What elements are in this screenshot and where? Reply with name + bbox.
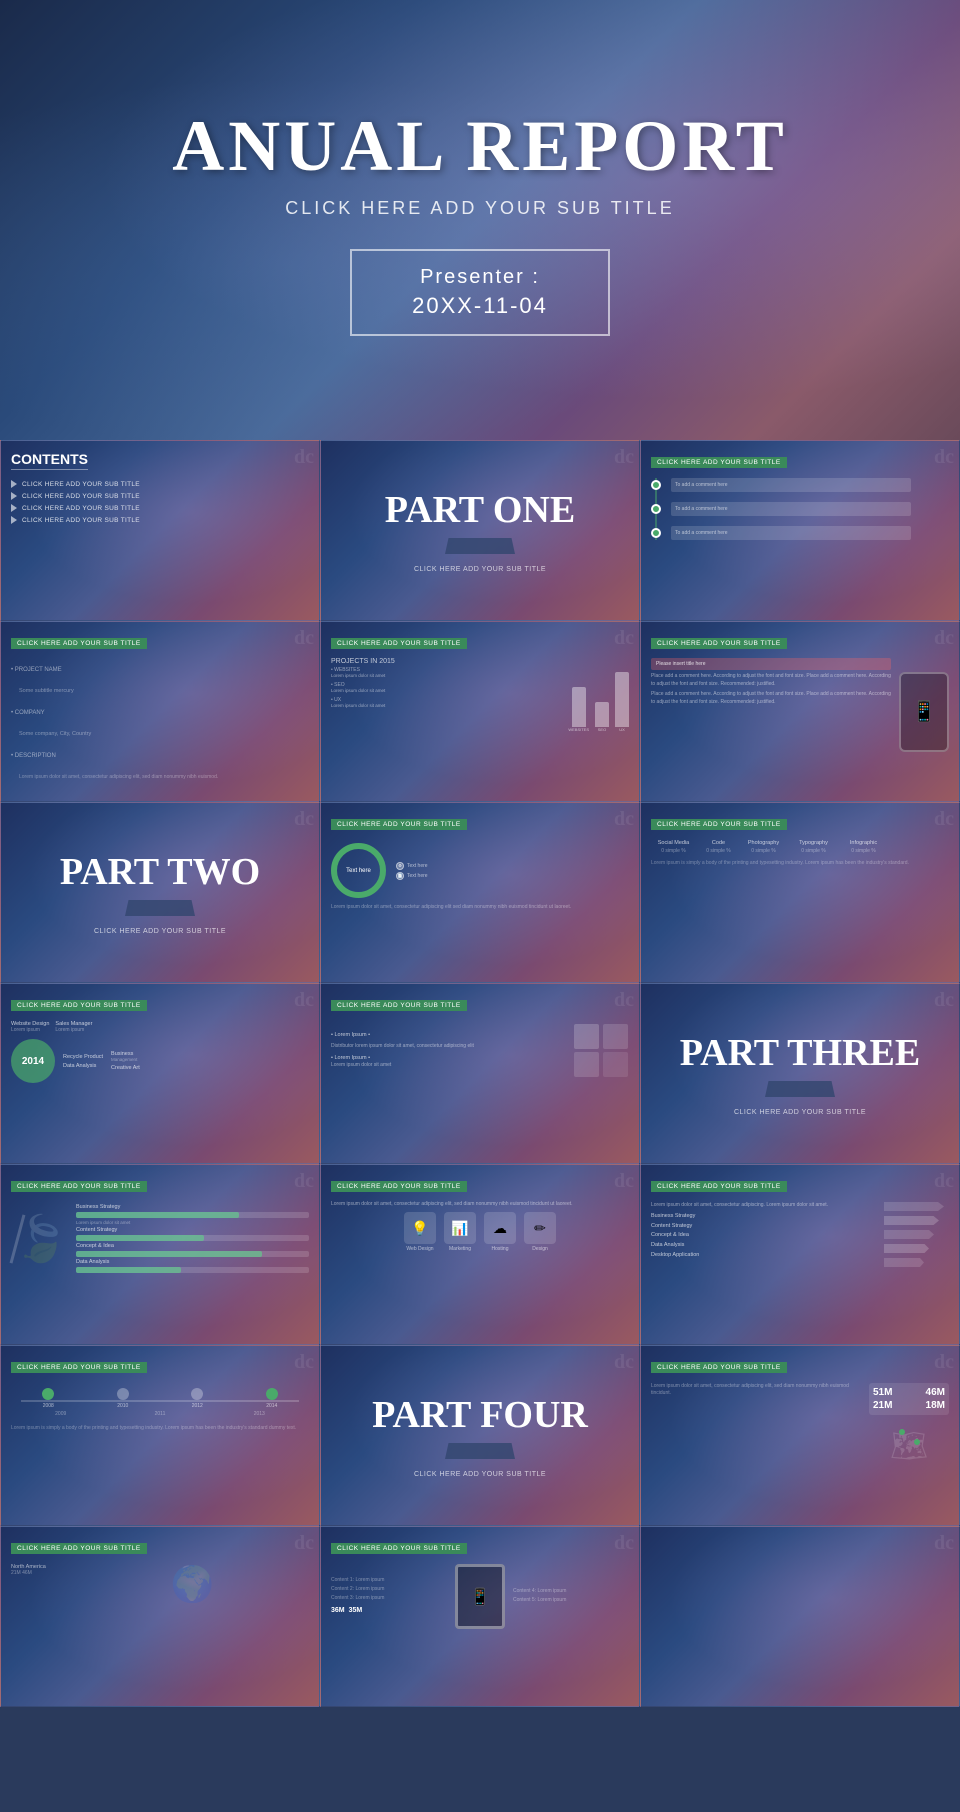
bar-chart-tag: CLICK HERE ADD YOUR SUB TITLE: [331, 638, 467, 649]
contents-item-1[interactable]: CLICK HERE ADD YOUR SUB TITLE: [11, 480, 309, 488]
slide-map-world: dc CLICK HERE ADD YOUR SUB TITLE North A…: [0, 1526, 320, 1707]
hero-title: ANUAL REPORT: [172, 105, 788, 188]
arrow-icon-3: [11, 504, 17, 512]
presenter-label: Presenter :: [412, 266, 548, 289]
slide-thanks: dc: [640, 1526, 960, 1707]
slide-timeline-1: dc CLICK HERE ADD YOUR SUB TITLE To add …: [640, 440, 960, 621]
slide-org-chart: dc CLICK HERE ADD YOUR SUB TITLE Website…: [0, 983, 320, 1164]
part-two-title: PART TWO: [60, 850, 260, 894]
contents-item-2[interactable]: CLICK HERE ADD YOUR SUB TITLE: [11, 492, 309, 500]
slide-arrows: dc CLICK HERE ADD YOUR SUB TITLE Lorem i…: [640, 1164, 960, 1345]
hero-subtitle: CLICK HERE ADD YOUR SUB TITLE: [285, 198, 674, 219]
slide-map-stats: dc CLICK HERE ADD YOUR SUB TITLE Lorem i…: [640, 1345, 960, 1526]
slide-timeline-circles: dc CLICK HERE ADD YOUR SUB TITLE 2008 20…: [0, 1345, 320, 1526]
timeline-tag: CLICK HERE ADD YOUR SUB TITLE: [651, 457, 787, 468]
slide-skills: dc CLICK HERE ADD YOUR SUB TITLE Social …: [640, 802, 960, 983]
slide-text-list: dc CLICK HERE ADD YOUR SUB TITLE • PROJE…: [0, 621, 320, 802]
part-one-subtitle: CLICK HERE ADD YOUR SUB TITLE: [414, 566, 546, 573]
contents-label: CONTENTS: [11, 451, 88, 470]
slide-bar-chart: dc CLICK HERE ADD YOUR SUB TITLE PROJECT…: [320, 621, 640, 802]
slide-circle-diagram: dc CLICK HERE ADD YOUR SUB TITLE Text he…: [320, 802, 640, 983]
contents-item-4[interactable]: CLICK HERE ADD YOUR SUB TITLE: [11, 516, 309, 524]
presenter-date: 20XX-11-04: [412, 293, 548, 319]
contents-item-3[interactable]: CLICK HERE ADD YOUR SUB TITLE: [11, 504, 309, 512]
slide-part-three: dc PART THREE CLICK HERE ADD YOUR SUB TI…: [640, 983, 960, 1164]
slide-part-one: dc PART ONE CLICK HERE ADD YOUR SUB TITL…: [320, 440, 640, 621]
arrow-icon-2: [11, 492, 17, 500]
part-three-title: PART THREE: [680, 1031, 920, 1075]
phone-image: 📱: [899, 672, 949, 752]
slide-part-two: dc PART TWO CLICK HERE ADD YOUR SUB TITL…: [0, 802, 320, 983]
presenter-box: Presenter : 20XX-11-04: [350, 249, 610, 336]
slide-leaf-chart: dc CLICK HERE ADD YOUR SUB TITLE 🍃 Busin…: [0, 1164, 320, 1345]
text-list-tag: CLICK HERE ADD YOUR SUB TITLE: [11, 638, 147, 649]
part-four-subtitle: CLICK HERE ADD YOUR SUB TITLE: [414, 1471, 546, 1478]
slide-tablet: dc CLICK HERE ADD YOUR SUB TITLE Content…: [320, 1526, 640, 1707]
part-four-title: PART FOUR: [372, 1393, 588, 1437]
arrow-icon-1: [11, 480, 17, 488]
hero-section: ANUAL REPORT CLICK HERE ADD YOUR SUB TIT…: [0, 0, 960, 440]
slide-text-phone: dc CLICK HERE ADD YOUR SUB TITLE Please …: [640, 621, 960, 802]
part-one-title: PART ONE: [385, 488, 575, 532]
slide-grid: dc CONTENTS CLICK HERE ADD YOUR SUB TITL…: [0, 440, 960, 1707]
part-two-subtitle: CLICK HERE ADD YOUR SUB TITLE: [94, 928, 226, 935]
arrow-icon-4: [11, 516, 17, 524]
slide-puzzle: dc CLICK HERE ADD YOUR SUB TITLE • Lorem…: [320, 983, 640, 1164]
part-three-subtitle: CLICK HERE ADD YOUR SUB TITLE: [734, 1109, 866, 1116]
slide-icons-row: dc CLICK HERE ADD YOUR SUB TITLE Lorem i…: [320, 1164, 640, 1345]
slide-contents: dc CONTENTS CLICK HERE ADD YOUR SUB TITL…: [0, 440, 320, 621]
slide-part-four: dc PART FOUR CLICK HERE ADD YOUR SUB TIT…: [320, 1345, 640, 1526]
